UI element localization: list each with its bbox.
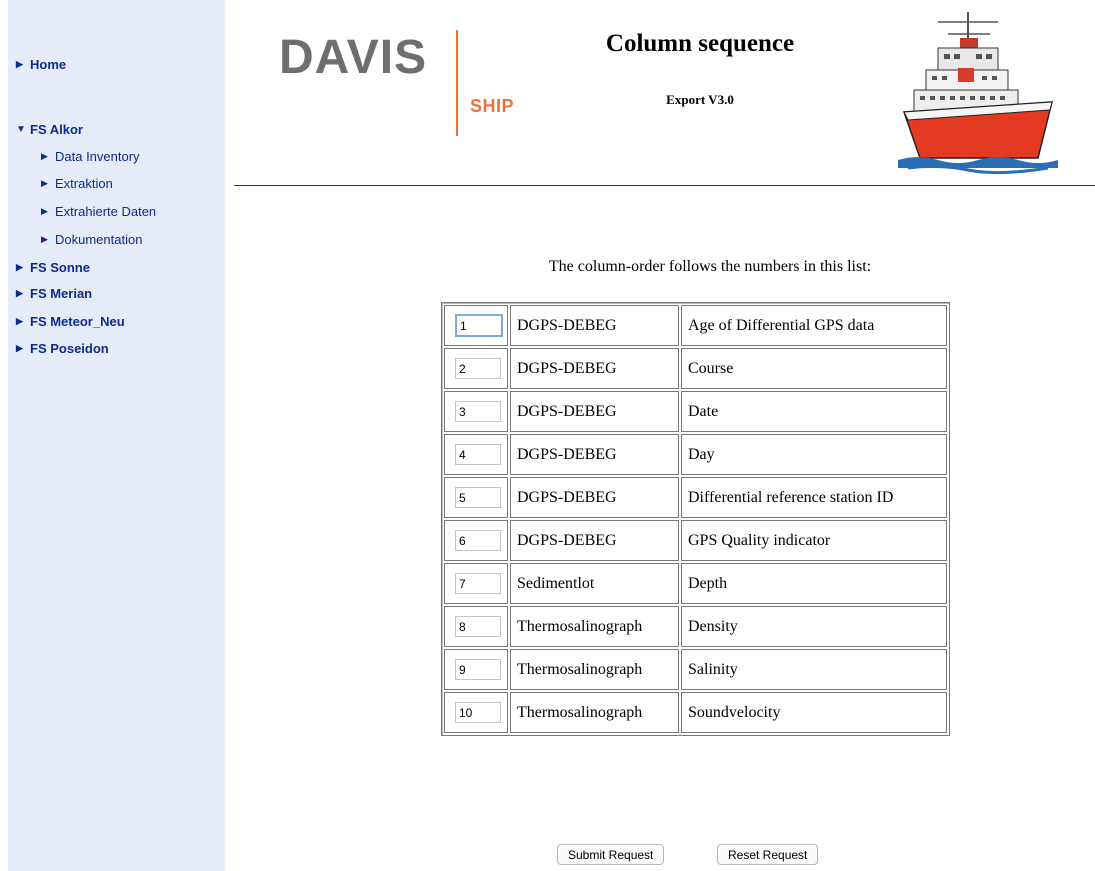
- triangle-down-icon: ▼: [16, 124, 26, 135]
- triangle-right-icon: ▶: [16, 316, 23, 326]
- source-cell: DGPS-DEBEG: [510, 391, 679, 432]
- order-input[interactable]: [455, 702, 501, 723]
- page-subtitle: Export V3.0: [666, 92, 734, 107]
- triangle-right-icon: ▶: [16, 59, 23, 69]
- order-input[interactable]: [455, 358, 501, 379]
- table-row: Thermosalinograph Density: [444, 606, 947, 647]
- source-cell: DGPS-DEBEG: [510, 477, 679, 518]
- sidebar-subitem-extraktion[interactable]: ▶ Extraktion: [41, 176, 113, 191]
- order-input[interactable]: [455, 530, 501, 551]
- order-cell: [444, 348, 508, 389]
- sidebar-item-fs-poseidon[interactable]: ▶ FS Poseidon: [16, 341, 109, 356]
- sidebar-item-label: Home: [30, 57, 67, 72]
- sidebar-subitem-data-inventory[interactable]: ▶ Data Inventory: [41, 149, 140, 164]
- order-cell: [444, 477, 508, 518]
- sidebar-subitem-label: Extrahierte Daten: [55, 204, 157, 219]
- triangle-right-icon: ▶: [41, 206, 48, 216]
- parameter-cell: Density: [681, 606, 947, 647]
- order-input[interactable]: [455, 573, 501, 594]
- sidebar-item-home[interactable]: ▶ Home: [16, 57, 66, 72]
- order-cell: [444, 391, 508, 432]
- source-cell: Thermosalinograph: [510, 692, 679, 733]
- parameter-cell: Age of Differential GPS data: [681, 305, 947, 346]
- order-cell: [444, 434, 508, 475]
- parameter-cell: Differential reference station ID: [681, 477, 947, 518]
- header-divider: [234, 185, 1095, 186]
- order-cell: [444, 649, 508, 690]
- table-row: DGPS-DEBEG Course: [444, 348, 947, 389]
- sidebar: ▶ Home ▼ FS Alkor ▶ Data Inventory ▶ Ext…: [8, 0, 225, 871]
- column-order-table: DGPS-DEBEG Age of Differential GPS data …: [441, 302, 950, 736]
- sidebar-subitem-dokumentation[interactable]: ▶ Dokumentation: [41, 232, 142, 247]
- table-row: Thermosalinograph Salinity: [444, 649, 947, 690]
- triangle-right-icon: ▶: [16, 288, 23, 298]
- parameter-cell: Day: [681, 434, 947, 475]
- order-cell: [444, 520, 508, 561]
- source-cell: DGPS-DEBEG: [510, 348, 679, 389]
- sidebar-item-fs-sonne[interactable]: ▶ FS Sonne: [16, 260, 90, 275]
- parameter-cell: Depth: [681, 563, 947, 604]
- submit-request-button[interactable]: Submit Request: [557, 844, 665, 865]
- sidebar-item-label: FS Merian: [30, 286, 93, 301]
- logo-divider: [456, 30, 458, 136]
- order-input[interactable]: [455, 401, 501, 422]
- sidebar-item-label: FS Alkor: [30, 122, 83, 137]
- order-input[interactable]: [455, 616, 501, 637]
- order-input[interactable]: [455, 659, 501, 680]
- source-cell: DGPS-DEBEG: [510, 520, 679, 561]
- triangle-right-icon: ▶: [16, 343, 23, 353]
- order-cell: [444, 692, 508, 733]
- table-row: Sedimentlot Depth: [444, 563, 947, 604]
- order-input[interactable]: [455, 444, 501, 465]
- order-cell: [444, 606, 508, 647]
- sidebar-subitem-label: Data Inventory: [55, 149, 140, 164]
- ship-illustration: [898, 12, 1058, 175]
- sidebar-subitem-label: Extraktion: [55, 176, 113, 191]
- sidebar-item-fs-alkor[interactable]: ▼ FS Alkor: [16, 122, 83, 137]
- table-row: DGPS-DEBEG Differential reference statio…: [444, 477, 947, 518]
- sidebar-item-label: FS Sonne: [30, 260, 90, 275]
- sidebar-item-fs-merian[interactable]: ▶ FS Merian: [16, 286, 92, 301]
- parameter-cell: Course: [681, 348, 947, 389]
- source-cell: Thermosalinograph: [510, 649, 679, 690]
- table-row: DGPS-DEBEG Date: [444, 391, 947, 432]
- source-cell: Sedimentlot: [510, 563, 679, 604]
- triangle-right-icon: ▶: [41, 178, 48, 188]
- table-row: Thermosalinograph Soundvelocity: [444, 692, 947, 733]
- logo-ship-text: SHIP: [470, 96, 515, 116]
- source-cell: DGPS-DEBEG: [510, 305, 679, 346]
- triangle-right-icon: ▶: [41, 151, 48, 161]
- table-row: DGPS-DEBEG GPS Quality indicator: [444, 520, 947, 561]
- parameter-cell: Soundvelocity: [681, 692, 947, 733]
- page-title: Column sequence: [605, 30, 795, 57]
- triangle-right-icon: ▶: [41, 234, 48, 244]
- order-input[interactable]: [455, 487, 501, 508]
- parameter-cell: Salinity: [681, 649, 947, 690]
- parameter-cell: GPS Quality indicator: [681, 520, 947, 561]
- instruction-text: The column-order follows the numbers in …: [548, 258, 872, 275]
- sidebar-subitem-label: Dokumentation: [55, 232, 143, 247]
- sidebar-subitem-extrahierte-daten[interactable]: ▶ Extrahierte Daten: [41, 204, 156, 219]
- parameter-cell: Date: [681, 391, 947, 432]
- source-cell: Thermosalinograph: [510, 606, 679, 647]
- table-row: DGPS-DEBEG Age of Differential GPS data: [444, 305, 947, 346]
- order-cell: [444, 563, 508, 604]
- reset-request-button[interactable]: Reset Request: [717, 844, 819, 865]
- table-row: DGPS-DEBEG Day: [444, 434, 947, 475]
- source-cell: DGPS-DEBEG: [510, 434, 679, 475]
- order-input[interactable]: [455, 314, 503, 337]
- sidebar-item-fs-meteor-neu[interactable]: ▶ FS Meteor_Neu: [16, 314, 125, 329]
- sidebar-item-label: FS Poseidon: [30, 341, 109, 356]
- triangle-right-icon: ▶: [16, 262, 23, 272]
- order-cell: [444, 305, 508, 346]
- sidebar-item-label: FS Meteor_Neu: [30, 314, 125, 329]
- logo-davis-text: DAVIS: [279, 31, 428, 84]
